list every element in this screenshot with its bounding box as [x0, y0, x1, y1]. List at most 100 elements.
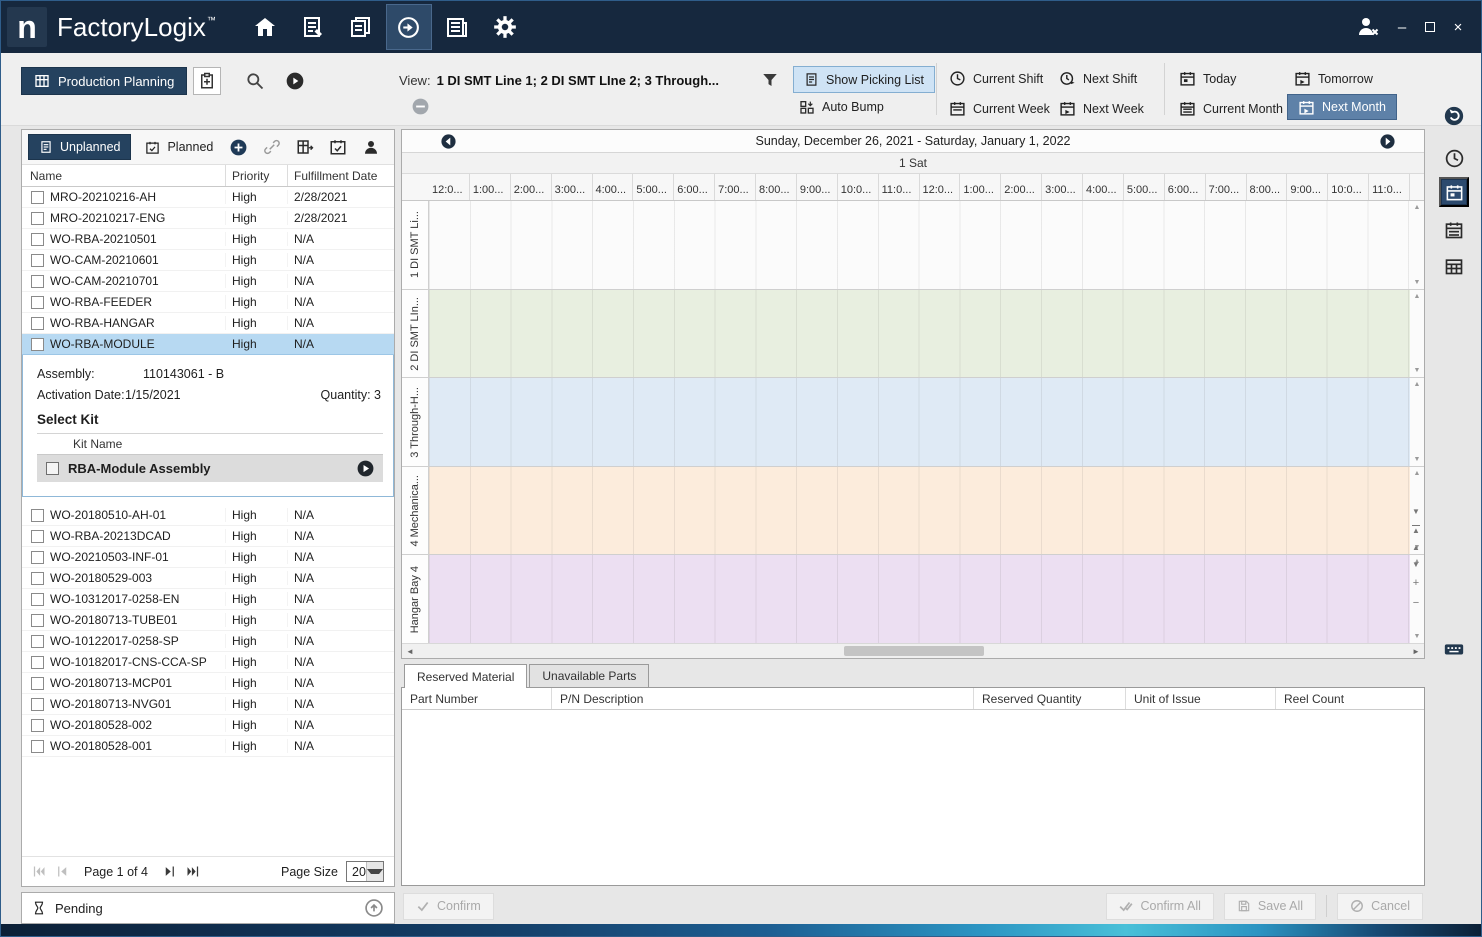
dropdown-arrow-icon[interactable]	[366, 862, 383, 881]
scroll-down-icon[interactable]: ▼	[1412, 508, 1420, 516]
work-order-row[interactable]: WO-10122017-0258-SPHighN/A	[22, 631, 394, 652]
work-order-checkbox[interactable]	[31, 593, 44, 606]
work-order-checkbox[interactable]	[31, 254, 44, 267]
kit-row[interactable]: RBA-Module Assembly	[37, 455, 383, 482]
today-button[interactable]: Today	[1179, 70, 1236, 87]
cancel-button[interactable]: Cancel	[1337, 893, 1423, 920]
home-nav-icon[interactable]	[242, 4, 288, 50]
link-work-order-icon[interactable]	[263, 138, 281, 156]
shift-view-icon[interactable]	[1439, 143, 1469, 173]
confirm-button[interactable]: Confirm	[403, 893, 494, 920]
npi-documents-nav-icon[interactable]	[290, 4, 336, 50]
work-order-checkbox[interactable]	[31, 719, 44, 732]
lane-scroll-up-icon[interactable]: ▲	[1414, 381, 1421, 388]
tomorrow-button[interactable]: Tomorrow	[1294, 70, 1373, 87]
last-page-icon[interactable]	[185, 864, 200, 879]
work-order-row[interactable]: MRO-20210217-ENGHigh2/28/2021	[22, 208, 394, 229]
lane-timeline[interactable]	[429, 378, 1410, 466]
month-view-icon[interactable]	[1439, 251, 1469, 281]
first-page-icon[interactable]	[32, 864, 47, 879]
next-month-button[interactable]: Next Month	[1287, 94, 1397, 120]
column-header-priority[interactable]: Priority	[226, 165, 288, 186]
scrollbar-thumb[interactable]	[844, 646, 984, 656]
work-order-row[interactable]: WO-RBA-20213DCADHighN/A	[22, 526, 394, 547]
column-header-name[interactable]: Name	[22, 165, 226, 186]
lane-timeline[interactable]	[429, 290, 1410, 378]
collapse-all-icon[interactable]: ▲	[1412, 525, 1420, 535]
next-week-button[interactable]: Next Week	[1059, 100, 1144, 117]
work-order-row[interactable]: WO-20210503-INF-01HighN/A	[22, 547, 394, 568]
previous-page-icon[interactable]	[55, 864, 70, 879]
day-view-icon[interactable]	[1439, 177, 1469, 207]
work-order-checkbox[interactable]	[31, 740, 44, 753]
pending-bar[interactable]: Pending	[21, 892, 395, 924]
work-order-checkbox[interactable]	[31, 698, 44, 711]
lane-scrollbar[interactable]: ▲▼	[1410, 290, 1424, 378]
logout-user-icon[interactable]	[1351, 10, 1385, 44]
view-selector[interactable]: View:1 DI SMT Line 1; 2 DI SMT LIne 2; 3…	[399, 73, 719, 88]
tab-unavailable-parts[interactable]: Unavailable Parts	[529, 664, 649, 687]
lane-timeline[interactable]	[429, 201, 1410, 289]
work-order-row[interactable]: WO-20180713-MCP01HighN/A	[22, 673, 394, 694]
week-view-icon[interactable]	[1439, 215, 1469, 245]
work-order-checkbox[interactable]	[31, 296, 44, 309]
work-order-row[interactable]: WO-CAM-20210701HighN/A	[22, 271, 394, 292]
work-order-checkbox[interactable]	[31, 635, 44, 648]
schedule-check-icon[interactable]	[329, 138, 347, 156]
lane-scroll-up-icon[interactable]: ▲	[1414, 470, 1421, 477]
scroll-left-icon[interactable]: ◄	[402, 647, 418, 656]
tab-unplanned[interactable]: Unplanned	[28, 134, 131, 160]
work-order-row[interactable]: WO-RBA-20210501HighN/A	[22, 229, 394, 250]
work-order-checkbox[interactable]	[31, 656, 44, 669]
maximize-button[interactable]	[1419, 16, 1441, 38]
work-order-row[interactable]: WO-20180528-002HighN/A	[22, 715, 394, 736]
work-order-checkbox[interactable]	[31, 677, 44, 690]
kit-checkbox[interactable]	[46, 462, 59, 475]
legend-panel-icon[interactable]	[1439, 634, 1469, 664]
work-order-checkbox[interactable]	[31, 191, 44, 204]
minimize-button[interactable]: –	[1391, 16, 1413, 38]
work-order-checkbox[interactable]	[31, 530, 44, 543]
current-shift-button[interactable]: Current Shift	[949, 70, 1043, 87]
work-order-row[interactable]: WO-20180713-TUBE01HighN/A	[22, 610, 394, 631]
tab-planned[interactable]: Planned	[139, 134, 219, 160]
work-order-row[interactable]: WO-10182017-CNS-CCA-SPHighN/A	[22, 652, 394, 673]
work-order-row[interactable]: WO-RBA-MODULEHighN/A	[22, 334, 394, 355]
row-up-icon[interactable]: ▲	[1412, 544, 1420, 552]
row-down-icon[interactable]: ▼	[1412, 561, 1420, 569]
assign-person-icon[interactable]	[362, 138, 380, 156]
next-page-icon[interactable]	[162, 864, 177, 879]
zoom-out-icon[interactable]: −	[1413, 598, 1419, 609]
auto-bump-button[interactable]: Auto Bump	[799, 99, 884, 115]
show-picking-list-button[interactable]: Show Picking List	[793, 66, 935, 93]
work-order-checkbox[interactable]	[31, 317, 44, 330]
lane-timeline[interactable]	[429, 467, 1410, 555]
work-order-row[interactable]: WO-10312017-0258-ENHighN/A	[22, 589, 394, 610]
remove-view-icon[interactable]	[411, 97, 430, 116]
work-order-row[interactable]: MRO-20210216-AHHigh2/28/2021	[22, 187, 394, 208]
production-planning-button[interactable]: Production Planning	[21, 67, 187, 95]
lane-scroll-up-icon[interactable]: ▲	[1414, 204, 1421, 211]
tab-reserved-material[interactable]: Reserved Material	[404, 664, 527, 688]
go-to-icon[interactable]	[285, 71, 305, 91]
kit-go-icon[interactable]	[356, 459, 375, 478]
zoom-in-icon[interactable]: +	[1413, 578, 1419, 589]
work-order-checkbox[interactable]	[31, 212, 44, 225]
lane-scroll-down-icon[interactable]: ▼	[1414, 279, 1421, 286]
next-shift-button[interactable]: Next Shift	[1059, 70, 1137, 87]
lane-scroll-down-icon[interactable]: ▼	[1414, 456, 1421, 463]
work-order-checkbox[interactable]	[31, 509, 44, 522]
export-grid-icon[interactable]	[296, 138, 314, 156]
filter-funnel-icon[interactable]	[761, 71, 779, 89]
reports-nav-icon[interactable]	[434, 4, 480, 50]
lane-scrollbar[interactable]: ▲▼	[1410, 378, 1424, 466]
close-button[interactable]: ×	[1447, 16, 1469, 38]
lane-scroll-down-icon[interactable]: ▼	[1414, 367, 1421, 374]
column-header-fulfillment-date[interactable]: Fulfillment Date	[288, 169, 394, 183]
current-week-button[interactable]: Current Week	[949, 100, 1050, 117]
search-icon[interactable]	[245, 71, 265, 91]
batch-records-nav-icon[interactable]	[338, 4, 384, 50]
save-all-button[interactable]: Save All	[1224, 893, 1316, 920]
work-order-checkbox[interactable]	[31, 338, 44, 351]
lane-scroll-down-icon[interactable]: ▼	[1414, 633, 1421, 640]
